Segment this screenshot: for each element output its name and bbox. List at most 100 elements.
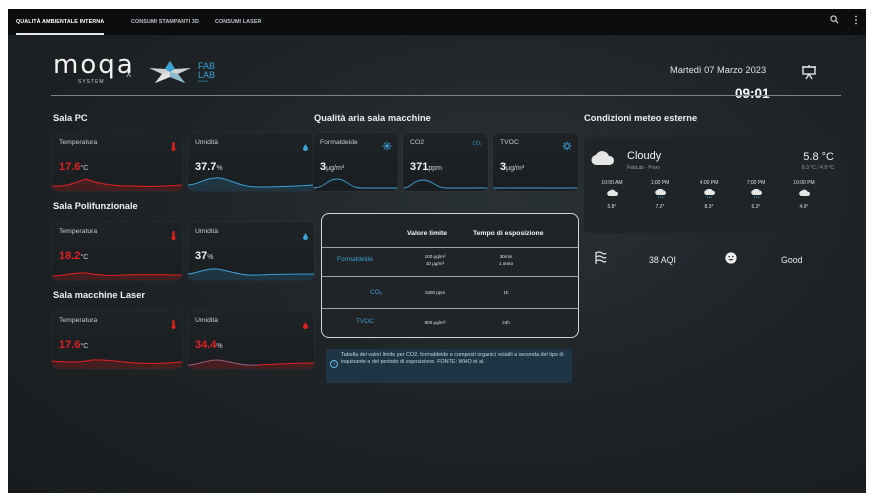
aqi-value: 38 AQI [649,255,676,265]
thermometer-icon [171,316,176,334]
card-label: Temperatura [59,139,98,146]
co2-value: 371ppm [410,161,442,173]
formaldeide-sparkline [313,178,398,189]
card-polifunzionale-umidita: Umidità 37% [188,222,314,280]
table-row-name: CO₂ [370,289,383,296]
water-drop-icon [303,316,308,334]
section-title-sala-pc: Sala PC [53,113,88,123]
card-label: Umidità [195,317,219,324]
table-cell-valore: 1500 ppm [424,290,446,295]
card-label: Umidità [195,228,219,235]
moqa-logo: moqa [53,50,135,80]
table-cell-valore: 600 μg/m³ [424,320,446,325]
card-label: TVOC [500,139,519,146]
table-row-name: TVOC [356,318,375,325]
section-title-sala-laser: Sala macchine Laser [53,290,145,300]
table-cell-tempo: 24h [502,320,510,325]
formaldeide-value: 3μg/m³ [320,161,345,173]
presentation-icon[interactable] [801,64,817,85]
water-drop-icon [303,227,308,245]
humidity-sparkline [188,177,314,191]
humidity-value: 34.4% [195,339,223,351]
header-divider [51,95,841,96]
limiti-table: Valore limite Tempo di esposizione Forma… [321,213,579,338]
note-text: Tabella dei valori limite per CO2, forma… [341,352,564,366]
co2-icon: CO₂ [472,141,482,147]
card-sala-pc-umidita: Umidità 37.7% [188,133,314,191]
humidity-value: 37.7% [195,161,223,173]
table-cell-tempo: 30min 1 anno [498,254,514,266]
card-label: CO2 [410,139,424,146]
top-nav-bar: QUALITÀ AMBIENTALE INTERNA CONSUMI STAMP… [8,9,866,36]
info-icon: i [330,360,338,368]
tab-consumi-stampanti[interactable]: CONSUMI STAMPANTI 3D [131,9,199,35]
tvoc-sparkline [493,187,578,189]
tab-consumi-laser[interactable]: CONSUMI LASER [215,9,262,35]
temperature-value: 18.2°C [59,250,89,262]
meteo-card: Cloudy FabLab - Povo 5.8 °C 8.3 °C / 4.9… [584,137,841,233]
temperature-sparkline [52,359,182,369]
table-cell-tempo: 1h [503,290,509,295]
section-title-sala-polifunzionale: Sala Polifunzionale [53,201,138,211]
temperature-sparkline [52,272,182,280]
fablab-logo: FAB LAB trentino [198,61,216,83]
card-label: Umidità [195,139,219,146]
table-row-name: Formaldeide [337,256,374,263]
card-tvoc: TVOC 3μg/m³ [493,133,578,191]
card-laser-temperatura: Temperatura 17.6°C [52,311,182,369]
search-icon[interactable] [830,15,839,26]
forecast-item: 4:00 PM 8.3° [699,180,719,210]
temperature-sparkline [52,178,182,191]
current-time: 09:01 [735,86,770,101]
card-co2: CO2 CO₂ 371ppm [403,133,488,191]
thermometer-icon [171,227,176,245]
tvoc-value: 3μg/m³ [500,161,525,173]
cloud-rain-icon [751,189,762,199]
smiley-icon [725,252,737,264]
limiti-info-note: i Tabella dei valori limite per CO2, for… [326,349,572,383]
weather-condition: Cloudy [627,150,662,162]
logo-separator: X [126,70,132,79]
virus-icon [562,138,572,156]
thermometer-icon [171,138,176,156]
table-row-divider [322,276,578,277]
cloud-icon [591,151,615,166]
forecast-item: 10:00 AM 5.8° [601,180,623,210]
weather-temperature: 5.8 °C [803,151,834,163]
air-quality-icon [595,251,607,264]
temperature-value: 17.6°C [59,339,89,351]
card-polifunzionale-temperatura: Temperatura 18.2°C [52,222,182,280]
forecast-item: 1:00 PM 7.2° [650,180,670,210]
cloud-rain-icon [704,189,715,199]
tab-qualita-ambientale[interactable]: QUALITÀ AMBIENTALE INTERNA [16,9,105,35]
card-label: Temperatura [59,317,98,324]
table-header-valore: Valore limite [407,230,448,237]
more-vert-icon[interactable] [854,15,858,27]
moqa-system-label: SYSTEM [78,79,105,85]
aqi-status: Good [781,255,803,265]
forecast-item: 7:00 PM 6.3° [746,180,766,210]
temperature-value: 17.6°C [59,161,89,173]
table-row-divider [322,247,578,248]
dashboard-frame: QUALITÀ AMBIENTALE INTERNA CONSUMI STAMP… [8,9,866,493]
molecule-icon [382,138,392,156]
table-header-tempo: Tempo di esposizione [473,230,544,237]
table-row-divider [322,308,578,309]
fablab-star-icon [149,61,191,83]
cloud-rain-icon [655,189,666,199]
weather-range: 8.3 °C / 4.9 °C [801,165,834,171]
water-drop-icon [303,138,308,156]
forecast-item: 10:00 PM 4.9° [793,180,815,210]
card-label: Temperatura [59,228,98,235]
cloud-icon [799,189,810,196]
humidity-value: 37% [195,250,214,262]
weather-location: FabLab - Povo [627,165,660,171]
section-title-qualita-aria: Qualità aria sala macchine [314,113,431,123]
table-cell-valore: 100 μg/m³ 10 μg/m³ [424,254,446,266]
card-laser-umidita: Umidità 34.4% [188,311,314,369]
card-sala-pc-temperatura: Temperatura 17.6°C [52,133,182,191]
co2-sparkline [403,179,488,189]
humidity-sparkline [188,268,314,280]
section-title-meteo: Condizioni meteo esterne [584,113,698,123]
card-label: Formaldeide [320,139,358,146]
